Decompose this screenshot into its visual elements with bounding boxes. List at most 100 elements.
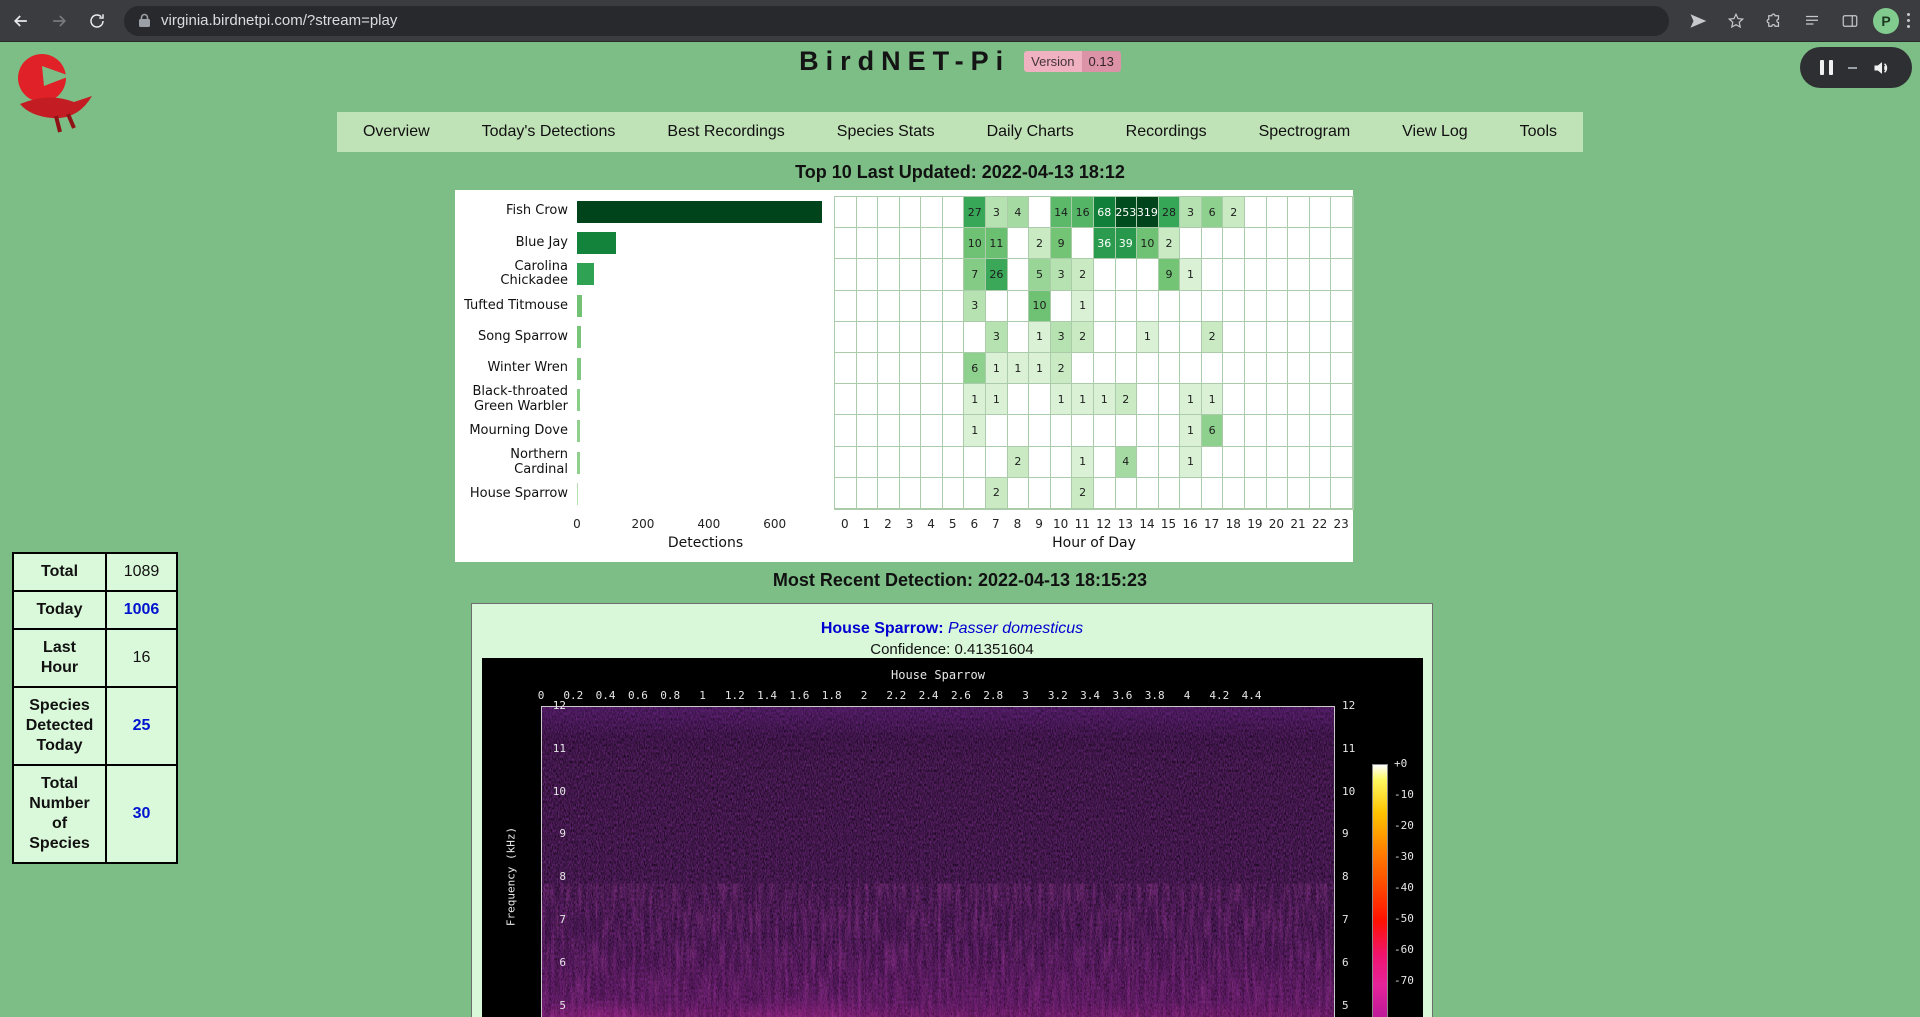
heatmap-cell: 68 — [1094, 197, 1116, 228]
nav-item-species-stats[interactable]: Species Stats — [829, 123, 943, 141]
puzzle-icon — [1765, 12, 1783, 30]
heatmap-cell — [921, 384, 943, 415]
heatmap-cell — [1245, 291, 1267, 322]
stat-value[interactable]: 30 — [106, 765, 177, 863]
nav-item-recordings[interactable]: Recordings — [1118, 123, 1215, 141]
species-label: Winter Wren — [455, 353, 577, 384]
heatmap-cell — [835, 384, 857, 415]
lock-icon — [138, 13, 151, 28]
volume-icon[interactable] — [1872, 59, 1892, 77]
heatmap-cell — [943, 447, 965, 478]
heatmap-cell — [986, 415, 1008, 446]
heatmap-cell: 1 — [1051, 384, 1073, 415]
pause-icon[interactable] — [1820, 60, 1833, 75]
heatmap-cell: 2 — [986, 478, 1008, 509]
heatmap-cell — [1008, 478, 1030, 509]
extensions-button[interactable] — [1757, 4, 1791, 38]
heatmap-cell — [1310, 353, 1332, 384]
heatmap-cell — [1116, 322, 1138, 353]
heatmap-cell — [857, 415, 879, 446]
heatmap-cell — [1288, 447, 1310, 478]
heatmap-cell — [1008, 322, 1030, 353]
nav-item-view-log[interactable]: View Log — [1394, 123, 1476, 141]
nav-item-spectrogram[interactable]: Spectrogram — [1251, 123, 1359, 141]
freq-tick-label: 11 — [536, 742, 566, 755]
freq-tick-label: 12 — [536, 699, 566, 712]
detection-confidence: Confidence: 0.41351604 — [472, 641, 1432, 658]
heatmap-cell: 1 — [1137, 322, 1159, 353]
stat-value[interactable]: 1006 — [106, 591, 177, 629]
heatmap-cell — [1245, 197, 1267, 228]
freq-tick-label: 11 — [1342, 742, 1372, 755]
bar-row — [577, 384, 834, 415]
heatmap-cell: 2 — [1202, 322, 1224, 353]
forward-button[interactable] — [42, 4, 76, 38]
time-tick-label: 0.6 — [628, 689, 648, 702]
species-label: Northern Cardinal — [455, 447, 577, 478]
hour-x-ticks: 01234567891011121314151617181920212223 — [834, 517, 1354, 531]
nav-item-today-s-detections[interactable]: Today's Detections — [474, 123, 624, 141]
stat-label: Species Detected Today — [13, 687, 106, 765]
heatmap-cell — [943, 478, 965, 509]
nav-item-overview[interactable]: Overview — [355, 123, 438, 141]
nav-item-best-recordings[interactable]: Best Recordings — [659, 123, 792, 141]
address-bar[interactable]: virginia.birdnetpi.com/?stream=play — [124, 6, 1669, 36]
url-text[interactable]: virginia.birdnetpi.com/?stream=play — [161, 12, 397, 29]
heatmap-cell: 7 — [964, 259, 986, 290]
reload-button[interactable] — [80, 4, 114, 38]
heatmap-cell — [1029, 478, 1051, 509]
freq-tick-label: 5 — [1342, 999, 1372, 1012]
heatmap-cell — [1029, 197, 1051, 228]
back-button[interactable] — [4, 4, 38, 38]
time-tick-label: 1.2 — [725, 689, 745, 702]
stats-row: Species Detected Today25 — [13, 687, 177, 765]
browser-menu-button[interactable] — [1907, 13, 1910, 28]
heatmap-cell — [1137, 415, 1159, 446]
heatmap-cell — [1094, 291, 1116, 322]
freq-tick-label: 10 — [536, 785, 566, 798]
freq-tick-label: 10 — [1342, 785, 1372, 798]
heatmap-cell — [878, 478, 900, 509]
heatmap-cell — [1094, 447, 1116, 478]
heatmap-cell — [1116, 478, 1138, 509]
main-nav: Overview Today's Detections Best Recording… — [337, 112, 1583, 152]
nav-item-tools[interactable]: Tools — [1512, 123, 1565, 141]
stat-value[interactable]: 25 — [106, 687, 177, 765]
heatmap-cell — [1159, 415, 1181, 446]
detections-bar — [577, 263, 594, 285]
heatmap-cell: 3 — [964, 291, 986, 322]
heatmap-cell — [1223, 353, 1245, 384]
share-button[interactable] — [1681, 4, 1715, 38]
heatmap-cell — [857, 478, 879, 509]
hour-tick-label: 1 — [863, 517, 871, 531]
bar-tick-label: 400 — [697, 517, 720, 531]
detection-common-name[interactable]: House Sparrow: — [821, 620, 944, 637]
detections-bar — [577, 452, 580, 474]
spectrogram: House Sparrow 00.20.40.60.811.21.41.61.8… — [482, 658, 1423, 1017]
time-tick-label: 3.8 — [1145, 689, 1165, 702]
bookmark-button[interactable] — [1719, 4, 1753, 38]
heatmap-cell: 3 — [986, 322, 1008, 353]
heatmap-cell: 14 — [1051, 197, 1073, 228]
heatmap-cell — [921, 228, 943, 259]
hour-tick-label: 0 — [841, 517, 849, 531]
heatmap-cell — [900, 291, 922, 322]
heatmap-cell: 36 — [1094, 228, 1116, 259]
heatmap-cell — [1008, 259, 1030, 290]
bar-axis-label: Detections — [577, 535, 834, 551]
profile-avatar[interactable]: P — [1873, 8, 1899, 34]
heatmap-cell — [1331, 478, 1353, 509]
heatmap-cell — [1245, 415, 1267, 446]
freq-tick-label: 7 — [536, 913, 566, 926]
side-panel-button[interactable] — [1833, 4, 1867, 38]
colorbar-tick-label: +0 — [1394, 757, 1407, 770]
reading-list-button[interactable] — [1795, 4, 1829, 38]
nav-item-daily-charts[interactable]: Daily Charts — [979, 123, 1082, 141]
heatmap-cell — [1331, 415, 1353, 446]
colorbar-tick-label: -50 — [1394, 912, 1414, 925]
heatmap-cell — [900, 353, 922, 384]
bar-row — [577, 322, 834, 353]
audio-player[interactable] — [1800, 47, 1912, 88]
heatmap-cell — [1116, 291, 1138, 322]
heatmap-cell — [1288, 259, 1310, 290]
